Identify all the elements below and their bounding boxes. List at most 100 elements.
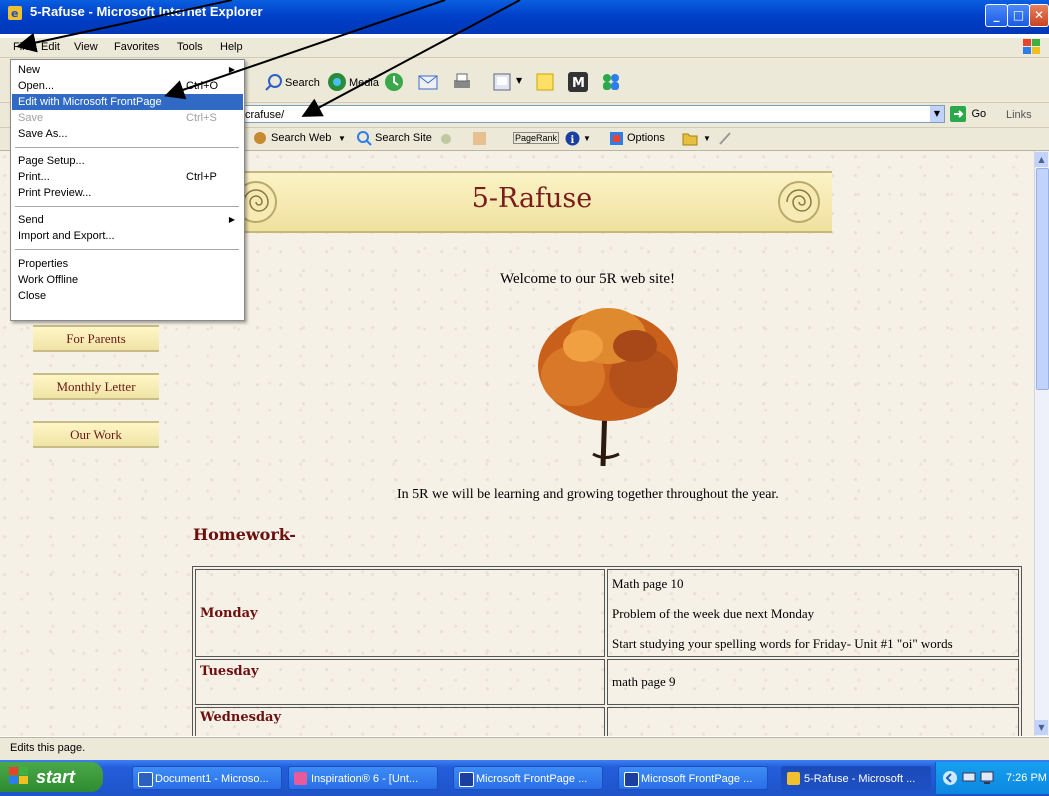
- menu-edit[interactable]: Edit: [41, 41, 60, 53]
- address-input[interactable]: crafuse/: [240, 105, 945, 123]
- menu-item-label: Properties: [18, 258, 69, 270]
- status-text: Edits this page.: [10, 742, 86, 754]
- menu-item-print-preview[interactable]: Print Preview...: [12, 185, 243, 201]
- edit-icon[interactable]: [492, 72, 512, 92]
- title-bar[interactable]: e 5-Rafuse - Microsoft Internet Explorer…: [0, 0, 1049, 34]
- ie-icon: [787, 772, 800, 785]
- address-dropdown-icon[interactable]: ▼: [930, 106, 944, 122]
- nav-our-work[interactable]: Our Work: [33, 421, 159, 448]
- messenger-icon[interactable]: [600, 72, 622, 92]
- task-line: Problem of the week due next Monday: [612, 606, 815, 621]
- messenger-m-icon[interactable]: M: [567, 71, 589, 93]
- folder-icon[interactable]: [682, 131, 698, 146]
- menu-item-label: New: [18, 64, 41, 76]
- task-frontpage-1[interactable]: Microsoft FrontPage ...: [453, 766, 603, 790]
- menu-item-edit-with-frontpage[interactable]: Edit with Microsoft FrontPage: [12, 94, 243, 110]
- pencil-icon[interactable]: [718, 131, 732, 146]
- menu-item-close[interactable]: Close: [12, 288, 243, 304]
- task-label: Document1 - Microso...: [155, 773, 269, 785]
- search-web-icon: [254, 132, 266, 144]
- window-title: 5-Rafuse - Microsoft Internet Explorer: [30, 4, 263, 19]
- menu-item-shortcut: Ctrl+O: [186, 80, 219, 92]
- go-arrow-icon: [950, 106, 966, 122]
- tray-expand-icon[interactable]: [942, 770, 958, 786]
- status-bar: Edits this page.: [0, 737, 1049, 760]
- info-dropdown-icon[interactable]: ▼: [583, 134, 591, 143]
- options-icon: [610, 132, 623, 145]
- menu-item-send[interactable]: Send ▶: [12, 212, 243, 228]
- go-label: Go: [971, 108, 987, 120]
- mail-icon[interactable]: [418, 72, 440, 92]
- homework-table: Monday Math page 10 Problem of the week …: [192, 566, 1022, 736]
- task-frontpage-2[interactable]: Microsoft FrontPage ...: [618, 766, 768, 790]
- search-web-button[interactable]: Search Web: [271, 132, 331, 144]
- menu-item-page-setup[interactable]: Page Setup...: [12, 153, 243, 169]
- menu-item-work-offline[interactable]: Work Offline: [12, 272, 243, 288]
- file-menu-dropdown: New ▶ Open... Ctrl+O Edit with Microsoft F…: [10, 59, 245, 321]
- menu-tools[interactable]: Tools: [177, 41, 203, 53]
- menu-item-properties[interactable]: Properties: [12, 256, 243, 272]
- menu-separator: [15, 147, 239, 148]
- minimize-button[interactable]: _: [985, 4, 1008, 27]
- search-site-button[interactable]: Search Site: [375, 132, 432, 144]
- menu-item-label: Print Preview...: [18, 187, 92, 199]
- menu-item-label: Import and Export...: [18, 230, 115, 242]
- windows-logo-icon: [9, 767, 28, 784]
- table-row: Tuesday math page 9: [195, 659, 1019, 705]
- monitor-icon[interactable]: [980, 771, 994, 785]
- history-icon[interactable]: [384, 72, 404, 92]
- close-button[interactable]: ✕: [1029, 4, 1049, 27]
- task-label: Inspiration® 6 - [Unt...: [311, 773, 419, 785]
- popup-blocker-icon[interactable]: [472, 131, 487, 146]
- media-icon[interactable]: [327, 72, 347, 92]
- menu-help[interactable]: Help: [220, 41, 243, 53]
- folder-dropdown-icon[interactable]: ▼: [703, 134, 711, 143]
- highlight-icon[interactable]: [439, 132, 453, 146]
- edit-dropdown-icon[interactable]: ▼: [516, 76, 522, 85]
- media-button[interactable]: Media: [349, 77, 379, 89]
- scroll-thumb[interactable]: [1036, 168, 1049, 390]
- welcome-text: Welcome to our 5R web site!: [500, 271, 675, 287]
- tasks-cell: math page 9: [607, 659, 1019, 705]
- menu-item-print[interactable]: Print... Ctrl+P: [12, 169, 243, 185]
- network-icon[interactable]: [962, 771, 976, 785]
- scroll-up-icon[interactable]: ▲: [1035, 152, 1048, 167]
- maximize-button[interactable]: □: [1007, 4, 1030, 27]
- menu-item-label: Send: [18, 214, 44, 226]
- menu-separator: [15, 249, 239, 250]
- print-icon[interactable]: [452, 72, 472, 92]
- search-button[interactable]: Search: [285, 77, 320, 89]
- search-icon[interactable]: [265, 73, 283, 91]
- menu-item-label: Print...: [18, 171, 50, 183]
- info-icon[interactable]: i: [565, 131, 580, 146]
- menu-favorites[interactable]: Favorites: [114, 41, 159, 53]
- day-cell: Wednesday: [195, 707, 605, 736]
- clock: 7:26 PM: [1006, 772, 1047, 784]
- options-button[interactable]: Options: [627, 132, 665, 144]
- task-word-document[interactable]: Document1 - Microso...: [132, 766, 282, 790]
- svg-text:i: i: [571, 135, 575, 146]
- menu-item-open[interactable]: Open... Ctrl+O: [12, 78, 243, 94]
- menu-item-label: Open...: [18, 80, 55, 92]
- task-internet-explorer[interactable]: 5-Rafuse - Microsoft ...: [781, 766, 931, 790]
- word-icon: [138, 772, 153, 787]
- links-button[interactable]: Links: [1006, 109, 1032, 121]
- tasks-cell: Math page 10 Problem of the week due nex…: [607, 569, 1019, 657]
- menu-item-save-as[interactable]: Save As...: [12, 126, 243, 142]
- menu-separator: [15, 206, 239, 207]
- menu-item-label: Save: [18, 112, 44, 124]
- go-button[interactable]: Go: [950, 106, 986, 122]
- menu-item-new[interactable]: New ▶: [12, 62, 243, 78]
- submenu-arrow-icon: ▶: [228, 65, 235, 74]
- menu-file[interactable]: File: [13, 41, 31, 53]
- task-inspiration[interactable]: Inspiration® 6 - [Unt...: [288, 766, 438, 790]
- nav-monthly-letter[interactable]: Monthly Letter: [33, 373, 159, 400]
- menu-view[interactable]: View: [74, 41, 98, 53]
- scroll-down-icon[interactable]: ▼: [1035, 720, 1048, 735]
- menu-item-import-export[interactable]: Import and Export...: [12, 228, 243, 244]
- search-web-dropdown-icon[interactable]: ▼: [338, 134, 346, 143]
- day-cell: Tuesday: [195, 659, 605, 705]
- menu-bar: File Edit View Favorites Tools Help: [0, 38, 1049, 58]
- discuss-icon[interactable]: [535, 72, 555, 92]
- nav-for-parents[interactable]: For Parents: [33, 325, 159, 352]
